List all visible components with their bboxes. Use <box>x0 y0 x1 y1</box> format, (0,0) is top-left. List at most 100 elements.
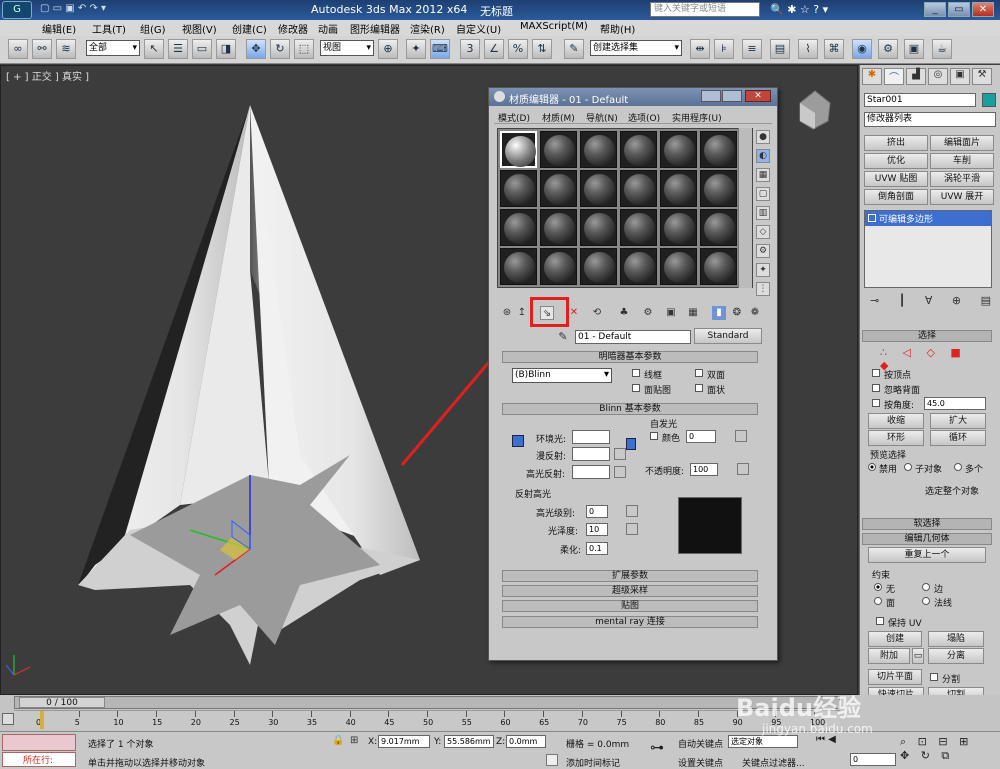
material-sample-slot[interactable] <box>580 170 617 207</box>
current-frame-field[interactable]: 0 <box>850 753 896 766</box>
time-tag-icon[interactable] <box>546 754 558 766</box>
unlink-icon[interactable]: ⚯ <box>32 39 52 59</box>
mod-extrude-button[interactable]: 挤出 <box>864 135 928 151</box>
stack-item-editable-poly[interactable]: 可编辑多边形 <box>865 211 991 226</box>
utilities-tab-icon[interactable]: ⚒ <box>972 68 992 85</box>
put-to-scene-icon[interactable]: ↥ <box>515 306 529 320</box>
spec-level-map-button[interactable] <box>626 505 638 517</box>
mini-curve-icon[interactable] <box>2 713 14 725</box>
lock-diffuse-icon[interactable] <box>626 438 636 450</box>
me-menu-mode[interactable]: 模式(D) <box>498 111 530 124</box>
motion-tab-icon[interactable]: ◎ <box>928 68 948 85</box>
curve-editor-icon[interactable]: ⌇ <box>798 39 818 59</box>
viewport-nav-controls[interactable]: ⌕ ⊡ ⊟ ⊞ ✥ ↻ ⧉ <box>900 735 998 767</box>
video-color-check-icon[interactable]: ▥ <box>756 206 770 220</box>
graphite-icon[interactable]: ▤ <box>770 39 790 59</box>
mod-uvw-map-button[interactable]: UVW 贴图 <box>864 171 928 187</box>
maxscript-listener[interactable] <box>2 734 76 751</box>
glossiness-spinner[interactable]: 10 <box>586 523 608 536</box>
select-rotate-icon[interactable]: ↻ <box>270 39 290 59</box>
diffuse-map-button[interactable] <box>614 448 626 460</box>
material-id-icon[interactable]: ⚙ <box>641 306 655 320</box>
menu-edit[interactable]: 编辑(E) <box>42 21 76 36</box>
grow-button[interactable]: 扩大 <box>930 413 986 429</box>
repeat-last-button[interactable]: 重复上一个 <box>868 547 986 563</box>
blinn-rollout-header[interactable]: Blinn 基本参数 <box>502 403 758 415</box>
menu-rendering[interactable]: 渲染(R) <box>410 21 445 36</box>
render-icon[interactable]: ☕ <box>932 39 952 59</box>
add-time-tag-label[interactable]: 添加时间标记 <box>566 756 620 769</box>
mod-lathe-button[interactable]: 车削 <box>930 153 994 169</box>
material-sample-slot[interactable] <box>700 131 737 168</box>
ring-button[interactable]: 环形 <box>868 430 924 446</box>
z-coord-field[interactable]: 0.0mm <box>506 735 546 748</box>
constraint-normal-radio[interactable] <box>922 597 930 605</box>
background-icon[interactable]: ▦ <box>756 168 770 182</box>
pivot-center-icon[interactable]: ⊕ <box>378 39 398 59</box>
auto-key-button[interactable]: 自动关键点 <box>678 737 723 750</box>
lock-ambient-icon[interactable] <box>512 435 524 447</box>
material-navigator-icon[interactable]: ⋮ <box>756 282 770 296</box>
menu-animation[interactable]: 动画 <box>318 21 338 36</box>
shader-rollout-header[interactable]: 明暗器基本参数 <box>502 351 758 363</box>
minimize-button[interactable]: _ <box>924 2 946 17</box>
mod-edit-patch-button[interactable]: 编辑面片 <box>930 135 994 151</box>
constraint-edge-radio[interactable] <box>922 583 930 591</box>
material-editor-icon[interactable]: ◉ <box>852 39 872 59</box>
reference-coord-dropdown[interactable]: 视图 <box>320 40 374 56</box>
named-selection-dropdown[interactable]: 创建选择集 <box>590 40 682 56</box>
me-menu-material[interactable]: 材质(M) <box>542 111 575 124</box>
material-sample-slot[interactable] <box>580 131 617 168</box>
link-icon[interactable]: ∞ <box>8 39 28 59</box>
time-slider-thumb[interactable]: 0 / 100 <box>19 697 105 708</box>
material-sample-slot[interactable] <box>620 170 657 207</box>
x-coord-field[interactable]: 9.017mm <box>378 735 430 748</box>
attach-settings-button[interactable]: ▭ <box>912 648 924 664</box>
material-sample-slot[interactable] <box>660 209 697 246</box>
subobject-icons[interactable]: ∴ ◁ ◇ ■ ◆ <box>880 346 980 372</box>
star-cone-object[interactable] <box>78 105 420 665</box>
sample-slots-grid[interactable] <box>497 128 753 288</box>
edit-named-sel-icon[interactable]: ✎ <box>564 39 584 59</box>
specular-color-swatch[interactable] <box>572 465 610 479</box>
transform-mode-icon[interactable]: ⊞ <box>350 735 364 747</box>
stack-item-toggle-icon[interactable] <box>868 214 876 222</box>
app-logo-icon[interactable]: G <box>2 1 32 19</box>
material-sample-slot[interactable] <box>620 209 657 246</box>
edit-geometry-rollout[interactable]: 编辑几何体 <box>862 533 992 545</box>
self-illum-spinner[interactable]: 0 <box>686 430 716 443</box>
backlight-icon[interactable]: ◐ <box>756 149 770 163</box>
modifier-list-dropdown[interactable]: 修改器列表 <box>864 112 996 127</box>
select-by-name-icon[interactable]: ☰ <box>168 39 188 59</box>
selection-lock-icon[interactable]: 🔒 <box>332 735 344 747</box>
command-panel-tabs[interactable]: ✱ ⌒ ▟ ◎ ▣ ⚒ <box>862 68 996 86</box>
search-input[interactable]: 键入关键字或短语 <box>650 2 760 17</box>
extended-params-rollout[interactable]: 扩展参数 <box>502 570 758 582</box>
select-manipulate-icon[interactable]: ✦ <box>406 39 426 59</box>
opacity-spinner[interactable]: 100 <box>690 463 718 476</box>
layer-manager-icon[interactable]: ≡ <box>742 39 762 59</box>
material-editor-titlebar[interactable]: 材质编辑器 - 01 - Default ✕ <box>489 88 777 106</box>
modify-tab-icon[interactable]: ⌒ <box>884 68 904 85</box>
object-color-swatch[interactable] <box>982 93 996 107</box>
reset-map-icon[interactable]: ✕ <box>567 306 581 320</box>
material-sample-slot[interactable] <box>540 209 577 246</box>
select-object-icon[interactable]: ↖ <box>144 39 164 59</box>
me-menu-navigation[interactable]: 导航(N) <box>586 111 618 124</box>
preview-subobj-radio[interactable] <box>904 463 912 471</box>
soften-spinner[interactable]: 0.1 <box>586 542 608 555</box>
eyedropper-icon[interactable]: ✎ <box>556 330 570 344</box>
mental-ray-rollout[interactable]: mental ray 连接 <box>502 616 758 628</box>
spinner-snap-icon[interactable]: ⇅ <box>532 39 552 59</box>
create-button[interactable]: 创建 <box>868 631 922 647</box>
sample-uv-tiling-icon[interactable]: ▢ <box>756 187 770 201</box>
make-unique-icon[interactable]: ⟲ <box>590 306 604 320</box>
mirror-icon[interactable]: ⇹ <box>690 39 710 59</box>
material-sample-slot[interactable] <box>580 209 617 246</box>
wire-checkbox[interactable] <box>632 369 640 377</box>
menu-help[interactable]: 帮助(H) <box>600 21 635 36</box>
menu-create[interactable]: 创建(C) <box>232 21 267 36</box>
select-by-material-icon[interactable]: ✦ <box>756 263 770 277</box>
selection-filter-dropdown[interactable]: 全部 <box>86 40 140 56</box>
put-to-library-icon[interactable]: ♣ <box>617 306 631 320</box>
